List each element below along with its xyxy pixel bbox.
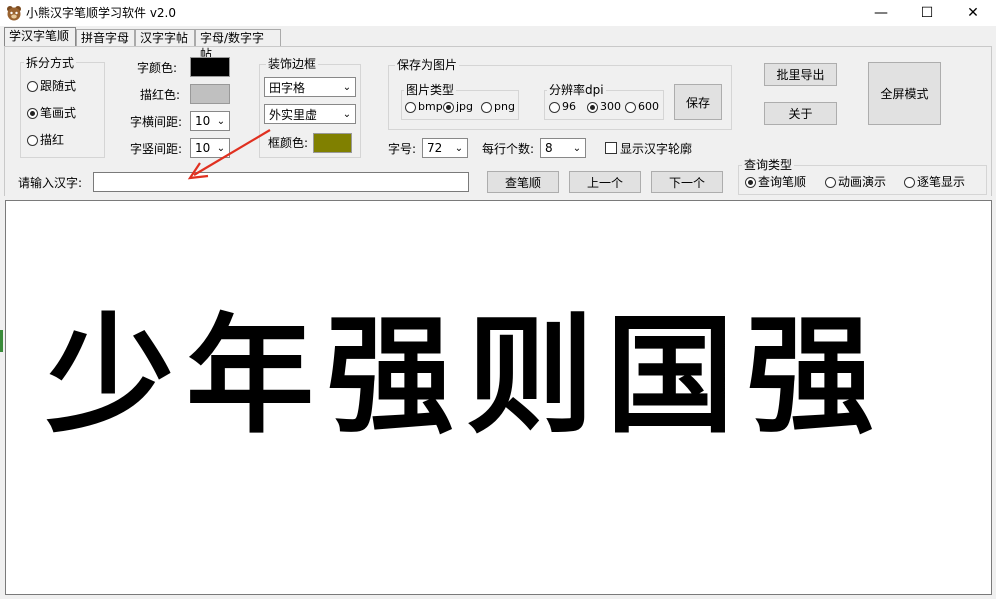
title-bar: 小熊汉字笔顺学习软件 v2.0 — ☐ ✕: [0, 0, 996, 26]
stroke-display-canvas: 少年强则国强: [5, 200, 992, 595]
chevron-down-icon: ⌄: [454, 142, 464, 154]
edge-marker: [0, 330, 3, 352]
save-button[interactable]: 保存: [674, 84, 722, 120]
query-radio-animation[interactable]: 动画演示: [825, 174, 886, 190]
split-radio-follow[interactable]: 跟随式: [27, 78, 76, 94]
close-button[interactable]: ✕: [950, 0, 996, 26]
image-type-legend: 图片类型: [404, 83, 457, 97]
char-color-label: 字颜色:: [137, 61, 178, 75]
dpi-96[interactable]: 96: [549, 99, 576, 115]
chevron-down-icon: ⌄: [572, 142, 582, 154]
trace-color-swatch[interactable]: [190, 84, 230, 104]
radio-indicator: [27, 134, 38, 146]
radio-indicator: [625, 101, 636, 113]
dpi-legend: 分辨率dpi: [547, 83, 606, 97]
lookup-button[interactable]: 查笔顺: [487, 171, 559, 193]
annotation-arrow-icon: [187, 129, 271, 180]
frame-color-swatch[interactable]: [313, 133, 352, 153]
radio-indicator: [904, 176, 915, 188]
font-size-label: 字号:: [388, 142, 417, 156]
line-style-select[interactable]: 外实里虚 ⌄: [264, 104, 356, 124]
outline-label: 显示汉字轮廓: [620, 142, 693, 156]
radio-indicator: [825, 176, 836, 188]
v-spacing-label: 字竖间距:: [130, 142, 183, 156]
tab-hanzi-copybook[interactable]: 汉字字帖: [135, 29, 195, 46]
h-spacing-label: 字横间距:: [130, 115, 183, 129]
window-title: 小熊汉字笔顺学习软件 v2.0: [26, 6, 177, 20]
split-radio-trace[interactable]: 描红: [27, 132, 64, 148]
chevron-down-icon: ⌄: [216, 115, 226, 127]
radio-indicator: [27, 107, 38, 119]
image-type-jpg[interactable]: jpg: [443, 99, 473, 115]
hanzi-input-label: 请输入汉字:: [18, 176, 83, 190]
radio-indicator: [405, 101, 416, 113]
tab-alnum-copybook[interactable]: 字母/数字字帖: [195, 29, 281, 61]
per-row-label: 每行个数:: [482, 142, 535, 156]
outline-checkbox[interactable]: [605, 142, 617, 154]
border-legend: 装饰边框: [266, 57, 319, 71]
per-row-select[interactable]: 8 ⌄: [540, 138, 586, 158]
trace-color-label: 描红色:: [140, 88, 181, 102]
hanzi-input[interactable]: [93, 172, 469, 192]
split-method-legend: 拆分方式: [24, 56, 77, 70]
radio-indicator: [481, 101, 492, 113]
query-radio-order[interactable]: 查询笔顺: [745, 174, 806, 190]
dpi-300[interactable]: 300: [587, 99, 621, 115]
chevron-down-icon: ⌄: [342, 108, 352, 120]
save-image-legend: 保存为图片: [395, 58, 460, 72]
dpi-600[interactable]: 600: [625, 99, 659, 115]
chevron-down-icon: ⌄: [342, 81, 352, 93]
grid-type-select[interactable]: 田字格 ⌄: [264, 77, 356, 97]
radio-indicator: [27, 80, 38, 92]
radio-indicator: [549, 101, 560, 113]
bear-icon: [7, 6, 21, 21]
image-type-bmp[interactable]: bmp: [405, 99, 443, 115]
about-button[interactable]: 关于: [764, 102, 837, 125]
prev-button[interactable]: 上一个: [569, 171, 641, 193]
fullscreen-button[interactable]: 全屏模式: [868, 62, 941, 125]
tab-stroke-order[interactable]: 学汉字笔顺: [4, 27, 76, 47]
radio-indicator: [587, 101, 598, 113]
minimize-button[interactable]: —: [858, 0, 904, 26]
radio-indicator: [443, 101, 454, 113]
tab-pinyin[interactable]: 拼音字母: [76, 29, 135, 46]
next-button[interactable]: 下一个: [651, 171, 723, 193]
query-radio-stepwise[interactable]: 逐笔显示: [904, 174, 965, 190]
split-radio-stroke[interactable]: 笔画式: [27, 105, 76, 121]
query-type-legend: 查询类型: [742, 158, 795, 172]
char-color-swatch[interactable]: [190, 57, 230, 77]
display-characters: 少年强则国强: [46, 301, 887, 451]
maximize-button[interactable]: ☐: [904, 0, 950, 26]
font-size-select[interactable]: 72 ⌄: [422, 138, 468, 158]
image-type-png[interactable]: png: [481, 99, 515, 115]
radio-indicator: [745, 176, 756, 188]
batch-export-button[interactable]: 批里导出: [764, 63, 837, 86]
